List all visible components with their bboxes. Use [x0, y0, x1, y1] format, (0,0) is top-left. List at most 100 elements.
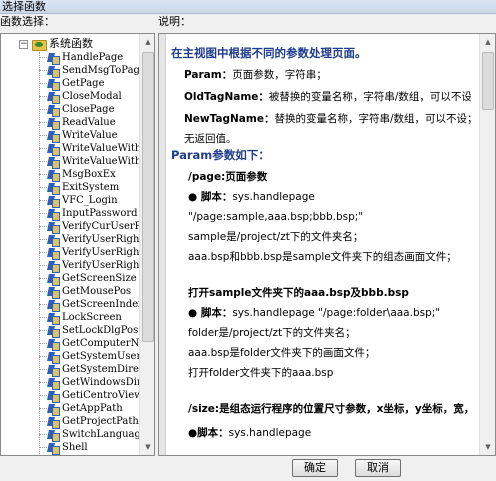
function-icon [47, 234, 60, 247]
tree-item[interactable]: WriteValueWithLo [39, 142, 139, 156]
tree-item[interactable]: ExitSystem [39, 181, 139, 195]
tree-root-system-functions[interactable]: − 系统函数 [19, 37, 93, 51]
tree-connector [39, 213, 47, 214]
tree-item[interactable]: VerifyUserRightU [39, 233, 139, 247]
function-icon [47, 247, 60, 260]
tree-item-label: GetScreenSize [62, 273, 137, 284]
tree-item[interactable]: CloseModal [39, 90, 139, 104]
tree-item-label: GetiCentroViewUs [62, 390, 139, 401]
tree-item[interactable]: VerifyUserRightUC [39, 246, 139, 260]
description-panel[interactable]: 在主视图中根据不同的参数处理页面。 Param：页面参数，字符串； OldTagNa… [158, 33, 496, 456]
description-line: ● 脚本：sys.handlepage "/page:folder\aaa.bs… [188, 306, 440, 320]
tree-item[interactable]: GetWindowsDirect [39, 376, 139, 390]
tree-item[interactable]: GetProjectPath [39, 415, 139, 429]
tree-item[interactable]: Shell [39, 441, 139, 455]
tree-item[interactable]: SendMsgToPage [39, 64, 139, 78]
tree-item-label: VerifyUserRightU [62, 234, 139, 245]
tree-connector [39, 174, 47, 175]
tree-item[interactable]: GetComputerName [39, 337, 139, 351]
tree-item[interactable]: VerifyUserRight [39, 259, 139, 273]
tree-item-label: WriteValueWithLo [62, 143, 139, 154]
tree-connector [39, 252, 47, 253]
function-icon [47, 286, 60, 299]
tree-connector [39, 369, 47, 370]
tree-connector [39, 226, 47, 227]
tree-connector [39, 96, 47, 97]
scroll-up-icon[interactable]: ▲ [140, 34, 154, 50]
description-line: aaa.bsp是folder文件夹下的画面文件； [188, 346, 375, 360]
tree-item-label: ReadValue [62, 117, 116, 128]
function-icon [47, 65, 60, 78]
tree-connector [39, 148, 47, 149]
description-line: /size:是组态运行程序的位置尺寸参数，x坐标，y坐标，宽，高 [188, 402, 471, 416]
tree-item[interactable]: MsgBoxEx [39, 168, 139, 182]
tree-item-label: ClosePage [62, 104, 115, 115]
tree-connector [39, 434, 47, 435]
scroll-down-icon[interactable]: ▼ [480, 439, 495, 455]
description-line: "/page:sample,aaa.bsp;bbb.bsp;" [188, 210, 363, 224]
tree-item-label: GetSystemUserNam [62, 351, 139, 362]
collapse-icon[interactable]: − [19, 39, 28, 49]
ok-button[interactable]: 确定 [292, 459, 338, 477]
function-icon [47, 416, 60, 429]
tree-connector [39, 70, 47, 71]
function-select-label: 函数选择： [0, 15, 55, 28]
tree-item[interactable]: WriteValueWithAc [39, 155, 139, 169]
tree-item[interactable]: GetAppPath [39, 402, 139, 416]
title-bar: 选择函数 [0, 0, 496, 14]
scroll-down-icon[interactable]: ▼ [140, 439, 154, 455]
tree-item[interactable]: VerifyCurUserRig [39, 220, 139, 234]
tree-item[interactable]: SetLockDlgPos [39, 324, 139, 338]
tree-item[interactable]: ClosePage [39, 103, 139, 117]
tree-item[interactable]: GetSystemUserNam [39, 350, 139, 364]
function-icon [47, 143, 60, 156]
tree-item[interactable]: GetiCentroViewUs [39, 389, 139, 403]
tree-item-label: SwitchLanguage [62, 429, 139, 440]
description-text: "/page:sample,aaa.bsp;bbb.bsp;" [188, 211, 364, 223]
tree-item[interactable]: GetMousePos [39, 285, 139, 299]
function-icon [47, 377, 60, 390]
tree-item[interactable]: LockScreen [39, 311, 139, 325]
function-icon [47, 403, 60, 416]
tree-item[interactable]: GetSystemDirecto [39, 363, 139, 377]
description-vertical-scrollbar[interactable]: ▲ ▼ [479, 34, 495, 455]
function-icon [47, 52, 60, 65]
tree-connector [39, 317, 47, 318]
tree-item[interactable]: GetPage [39, 77, 139, 91]
cancel-button[interactable]: 取消 [355, 459, 401, 477]
description-line: /page:页面参数 [188, 170, 267, 184]
tree-item[interactable]: GetScreenSize [39, 272, 139, 286]
tree-item-label: WriteValue [62, 130, 118, 141]
function-icon [47, 390, 60, 403]
function-tree[interactable]: − 系统函数 HandlePage SendMsgToPage GetPage Clo… [0, 33, 155, 456]
description-text: sys.handlepage [228, 427, 312, 439]
tree-item[interactable]: HandlePage [39, 51, 139, 65]
function-icon [47, 104, 60, 117]
tree-item-label: GetComputerName [62, 338, 139, 349]
tree-item[interactable]: ReadValue [39, 116, 139, 130]
tree-item[interactable]: GetScreenIndex [39, 298, 139, 312]
scroll-thumb[interactable] [142, 52, 154, 342]
scroll-up-icon[interactable]: ▲ [480, 34, 495, 50]
tree-item-label: LockScreen [62, 312, 122, 323]
description-text: 打开folder文件夹下的aaa.bsp [188, 367, 334, 379]
tree-connector [39, 83, 47, 84]
tree-connector [39, 122, 47, 123]
function-icon [47, 442, 60, 455]
tree-connector [39, 343, 47, 344]
description-line: NewTagName：替换的变量名称，字符串/数组，可以不设； [184, 112, 471, 126]
tree-connector [39, 395, 47, 396]
tree-item[interactable]: SwitchLanguage [39, 428, 139, 442]
description-line: 打开folder文件夹下的aaa.bsp [188, 366, 333, 380]
tree-item[interactable]: VFC_Login [39, 194, 139, 208]
function-icon [47, 338, 60, 351]
tree-item[interactable]: WriteValue [39, 129, 139, 143]
tree-connector [39, 291, 47, 292]
tree-item-label: GetWindowsDirect [62, 377, 139, 388]
tree-connector [39, 408, 47, 409]
tree-vertical-scrollbar[interactable]: ▲ ▼ [139, 34, 154, 455]
tree-item-label: Shell [62, 442, 88, 453]
scroll-thumb[interactable] [482, 52, 494, 110]
tree-item[interactable]: InputPassword [39, 207, 139, 221]
tree-item-label: MsgBoxEx [62, 169, 116, 180]
